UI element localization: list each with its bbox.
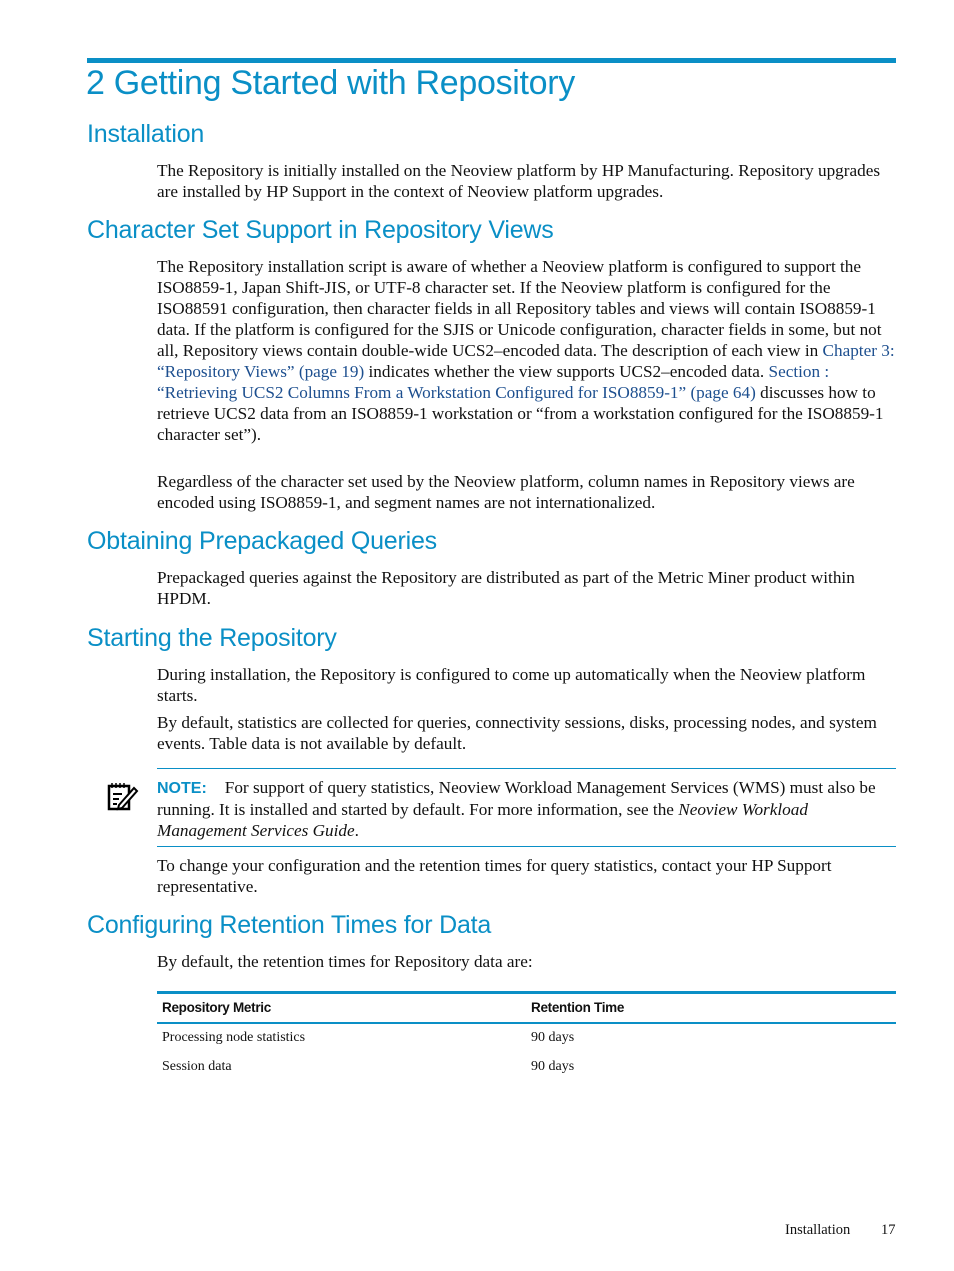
starting-paragraph-2: By default, statistics are collected for… bbox=[157, 713, 877, 753]
charset-paragraph-2: Regardless of the character set used by … bbox=[157, 472, 855, 512]
heading-prepackaged: Obtaining Prepackaged Queries bbox=[87, 527, 437, 555]
table-cell-metric: Session data bbox=[162, 1059, 232, 1074]
note-label: NOTE: bbox=[157, 780, 207, 797]
footer-page-number: 17 bbox=[881, 1222, 896, 1238]
table-cell-metric: Processing node statistics bbox=[162, 1030, 306, 1045]
table-header-metric: Repository Metric bbox=[162, 1000, 271, 1015]
table-cell-retention: 90 days bbox=[531, 1059, 575, 1074]
heading-retention: Configuring Retention Times for Data bbox=[87, 911, 492, 939]
note-top-rule bbox=[157, 768, 896, 769]
table-header-rule bbox=[157, 1022, 896, 1024]
charset-text-2: indicates whether the view supports UCS2… bbox=[364, 362, 769, 381]
table-top-rule bbox=[157, 991, 896, 994]
table-cell-retention: 90 days bbox=[531, 1030, 575, 1045]
heading-charset: Character Set Support in Repository View… bbox=[87, 216, 554, 244]
starting-paragraph-1: During installation, the Repository is c… bbox=[157, 665, 866, 705]
starting-paragraph-3: To change your configuration and the ret… bbox=[157, 856, 832, 896]
note-pencil-icon bbox=[107, 783, 139, 811]
heading-installation: Installation bbox=[87, 120, 205, 148]
note-text: NOTE: For support of query statistics, Ne… bbox=[157, 777, 899, 841]
charset-paragraph-1: The Repository installation script is aw… bbox=[157, 256, 899, 445]
heading-starting: Starting the Repository bbox=[87, 624, 337, 652]
installation-body: The Repository is initially installed on… bbox=[157, 161, 881, 201]
retention-intro: By default, the retention times for Repo… bbox=[157, 952, 533, 971]
note-bottom-rule bbox=[157, 846, 896, 847]
table-header-retention: Retention Time bbox=[531, 1000, 625, 1015]
chapter-top-rule bbox=[87, 58, 896, 63]
footer-section: Installation bbox=[785, 1222, 851, 1238]
note-end: . bbox=[354, 821, 359, 840]
charset-text-1: The Repository installation script is aw… bbox=[157, 257, 882, 360]
prepackaged-body: Prepackaged queries against the Reposito… bbox=[157, 568, 855, 608]
chapter-title: 2 Getting Started with Repository bbox=[86, 64, 576, 102]
